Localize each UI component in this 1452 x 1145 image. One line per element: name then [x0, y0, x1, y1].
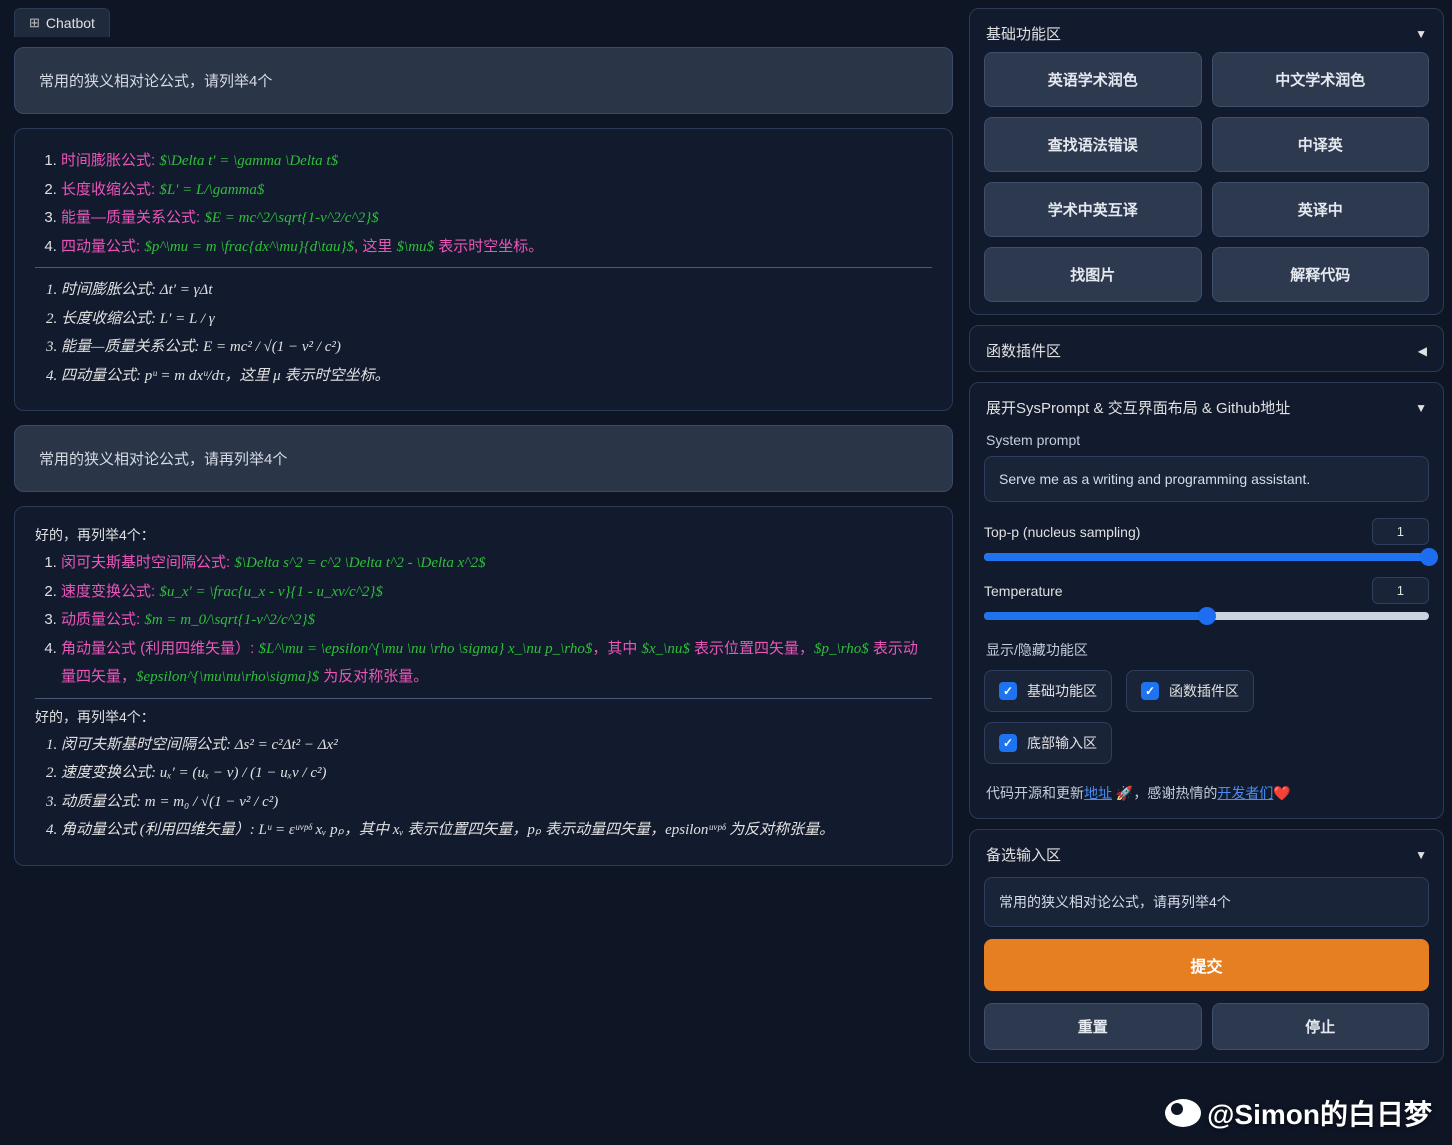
list-item: 长度收缩公式: $L' = L/\gamma$ — [61, 176, 932, 205]
temperature-label: Temperature — [984, 583, 1063, 599]
alt-input-textbox[interactable]: 常用的狭义相对论公式，请再列举4个 — [984, 877, 1429, 927]
check-icon: ✓ — [1141, 682, 1159, 700]
chatbot-icon: ⊞ — [29, 15, 40, 31]
checkbox-bottom-input[interactable]: ✓ 底部输入区 — [984, 722, 1112, 764]
list-item: 四动量公式: pᵘ = m dxᵘ/dτ，这里 μ 表示时空坐标。 — [61, 362, 932, 391]
btn-english-polish[interactable]: 英语学术润色 — [984, 52, 1202, 107]
formula-list-rendered: 时间膨胀公式: Δt′ = γΔt 长度收缩公式: L′ = L / γ 能量—… — [35, 276, 932, 390]
link-developers[interactable]: 开发者们 — [1217, 785, 1273, 801]
list-item: 时间膨胀公式: $\Delta t' = \gamma \Delta t$ — [61, 147, 932, 176]
list-item: 长度收缩公式: L′ = L / γ — [61, 305, 932, 334]
chevron-left-icon: ◀ — [1418, 344, 1427, 358]
chevron-down-icon: ▼ — [1415, 848, 1427, 862]
list-item: 动质量公式: m = m₀ / √(1 − v² / c²) — [61, 788, 932, 817]
user-message: 常用的狭义相对论公式，请再列举4个 — [14, 425, 953, 492]
temperature-value[interactable]: 1 — [1372, 577, 1429, 604]
check-icon: ✓ — [999, 734, 1017, 752]
footer-links: 代码开源和更新地址 🚀，感谢热情的开发者们❤️ — [986, 782, 1427, 804]
panel-header-sysprompt[interactable]: 展开SysPrompt & 交互界面布局 & Github地址 ▼ — [984, 395, 1429, 426]
list-item: 角动量公式 (利用四维矢量）: $L^\mu = \epsilon^{\mu \… — [61, 635, 932, 692]
chevron-down-icon: ▼ — [1415, 401, 1427, 415]
panel-header-plugins[interactable]: 函数插件区 ◀ — [984, 338, 1429, 363]
topp-slider[interactable] — [984, 553, 1429, 561]
list-item: 动质量公式: $m = m_0/\sqrt{1-v^2/c^2}$ — [61, 606, 932, 635]
assistant-message: 时间膨胀公式: $\Delta t' = \gamma \Delta t$ 长度… — [14, 128, 953, 411]
btn-zh-to-en[interactable]: 中译英 — [1212, 117, 1430, 172]
btn-en-to-zh[interactable]: 英译中 — [1212, 182, 1430, 237]
chat-area: 常用的狭义相对论公式，请列举4个 时间膨胀公式: $\Delta t' = \g… — [8, 43, 959, 1137]
btn-grammar-check[interactable]: 查找语法错误 — [984, 117, 1202, 172]
system-prompt-input[interactable]: Serve me as a writing and programming as… — [984, 456, 1429, 502]
heart-icon: ❤️ — [1273, 785, 1290, 801]
panel-alt-input: 备选输入区 ▼ 常用的狭义相对论公式，请再列举4个 提交 重置 停止 — [969, 829, 1444, 1063]
panel-basic-functions: 基础功能区 ▼ 英语学术润色 中文学术润色 查找语法错误 中译英 学术中英互译 … — [969, 8, 1444, 315]
btn-chinese-polish[interactable]: 中文学术润色 — [1212, 52, 1430, 107]
temperature-slider[interactable] — [984, 612, 1429, 620]
chevron-down-icon: ▼ — [1415, 27, 1427, 41]
list-item: 能量—质量关系公式: E = mc² / √(1 − v² / c²) — [61, 333, 932, 362]
list-item: 能量—质量关系公式: $E = mc^2/\sqrt{1-v^2/c^2}$ — [61, 204, 932, 233]
btn-academic-translate[interactable]: 学术中英互译 — [984, 182, 1202, 237]
weibo-icon — [1165, 1099, 1201, 1127]
list-item: 速度变换公式: $u_x' = \frac{u_x - v}{1 - u_xv/… — [61, 578, 932, 607]
list-item: 四动量公式: $p^\mu = m \frac{dx^\mu}{d\tau}$,… — [61, 233, 932, 262]
divider — [35, 698, 932, 699]
checkbox-basic[interactable]: ✓ 基础功能区 — [984, 670, 1112, 712]
formula-list-raw: 时间膨胀公式: $\Delta t' = \gamma \Delta t$ 长度… — [35, 147, 932, 261]
system-prompt-label: System prompt — [986, 432, 1427, 448]
panel-sysprompt: 展开SysPrompt & 交互界面布局 & Github地址 ▼ System… — [969, 382, 1444, 819]
panel-title: 基础功能区 — [986, 23, 1061, 44]
watermark: @Simon的白日梦 — [1165, 1093, 1432, 1133]
divider — [35, 267, 932, 268]
check-icon: ✓ — [999, 682, 1017, 700]
link-repo[interactable]: 地址 — [1084, 785, 1112, 801]
tab-bar: ⊞ Chatbot — [8, 8, 959, 37]
list-item: 时间膨胀公式: Δt′ = γΔt — [61, 276, 932, 305]
panel-plugins: 函数插件区 ◀ — [969, 325, 1444, 372]
list-item: 速度变换公式: uₓ′ = (uₓ − v) / (1 − uₓv / c²) — [61, 759, 932, 788]
checkbox-plugins[interactable]: ✓ 函数插件区 — [1126, 670, 1254, 712]
list-item: 闵可夫斯基时空间隔公式: $\Delta s^2 = c^2 \Delta t^… — [61, 549, 932, 578]
panel-header-altinput[interactable]: 备选输入区 ▼ — [984, 842, 1429, 873]
list-item: 角动量公式 (利用四维矢量）: Lᵘ = εᵘᵛᵖᵟ xᵥ pₚ，其中 xᵥ 表… — [61, 816, 932, 845]
reset-button[interactable]: 重置 — [984, 1003, 1202, 1050]
assistant-intro: 好的，再列举4个： — [35, 525, 932, 545]
list-item: 闵可夫斯基时空间隔公式: Δs² = c²Δt² − Δx² — [61, 731, 932, 760]
formula-list-rendered: 闵可夫斯基时空间隔公式: Δs² = c²Δt² − Δx² 速度变换公式: u… — [35, 731, 932, 845]
formula-list-raw: 闵可夫斯基时空间隔公式: $\Delta s^2 = c^2 \Delta t^… — [35, 549, 932, 692]
tab-chatbot[interactable]: ⊞ Chatbot — [14, 8, 110, 37]
toggle-label: 显示/隐藏功能区 — [986, 640, 1427, 660]
panel-title: 展开SysPrompt & 交互界面布局 & Github地址 — [986, 397, 1290, 418]
btn-explain-code[interactable]: 解释代码 — [1212, 247, 1430, 302]
assistant-intro: 好的，再列举4个： — [35, 707, 932, 727]
topp-value[interactable]: 1 — [1372, 518, 1429, 545]
tab-label: Chatbot — [46, 15, 95, 31]
assistant-message: 好的，再列举4个： 闵可夫斯基时空间隔公式: $\Delta s^2 = c^2… — [14, 506, 953, 866]
stop-button[interactable]: 停止 — [1212, 1003, 1430, 1050]
panel-title: 函数插件区 — [986, 340, 1061, 361]
topp-label: Top-p (nucleus sampling) — [984, 524, 1140, 540]
submit-button[interactable]: 提交 — [984, 939, 1429, 991]
rocket-icon: 🚀 — [1116, 785, 1133, 801]
btn-find-image[interactable]: 找图片 — [984, 247, 1202, 302]
panel-title: 备选输入区 — [986, 844, 1061, 865]
panel-header-basic[interactable]: 基础功能区 ▼ — [984, 21, 1429, 52]
user-message: 常用的狭义相对论公式，请列举4个 — [14, 47, 953, 114]
